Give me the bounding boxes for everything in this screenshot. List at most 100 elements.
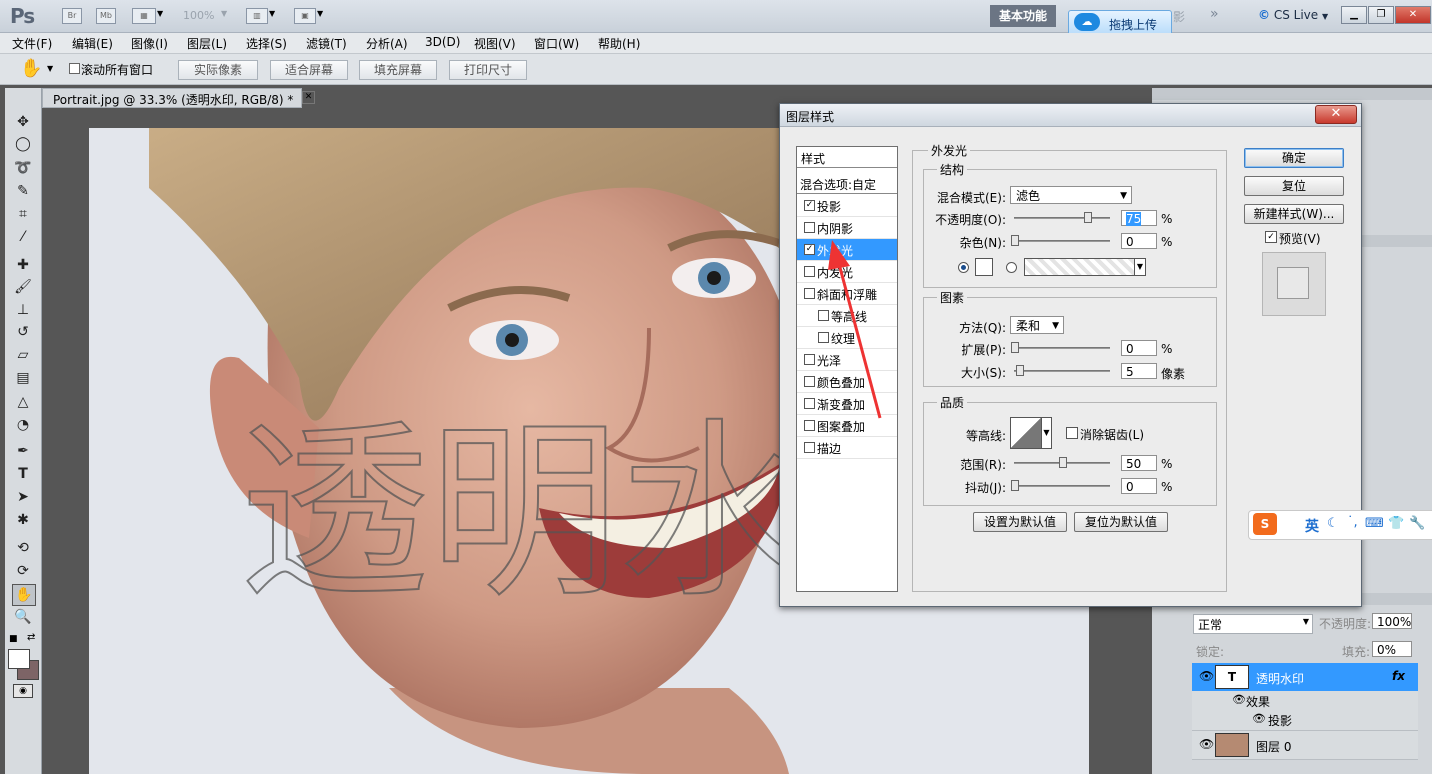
size-field[interactable]: 5: [1121, 363, 1157, 379]
style-checkbox[interactable]: ✓: [804, 200, 815, 211]
layer-effect-row[interactable]: 👁 投影: [1192, 710, 1418, 731]
skin-icon[interactable]: 👕: [1388, 516, 1404, 531]
eye-icon[interactable]: 👁: [1199, 669, 1214, 683]
scroll-all-checkbox[interactable]: [69, 63, 80, 74]
move-tool-icon[interactable]: ✥: [12, 112, 34, 132]
size-slider[interactable]: [1014, 370, 1110, 372]
layer-row-background[interactable]: 👁 图层 0: [1192, 731, 1418, 760]
size-slider-thumb[interactable]: [1016, 365, 1024, 376]
layer-name[interactable]: 透明水印: [1256, 670, 1304, 687]
spread-slider[interactable]: [1014, 347, 1110, 349]
style-checkbox[interactable]: [804, 398, 815, 409]
brush-tool-icon[interactable]: 🖌: [12, 277, 34, 297]
crop-tool-icon[interactable]: ⌗: [12, 204, 34, 224]
reset-default-button[interactable]: 复位为默认值: [1074, 512, 1168, 532]
bridge-icon[interactable]: Br: [62, 8, 82, 24]
close-document-icon[interactable]: ✕: [302, 91, 315, 104]
layer-name[interactable]: 图层 0: [1256, 738, 1291, 755]
path-select-tool-icon[interactable]: ➤: [12, 487, 34, 507]
keyboard-icon[interactable]: ⌨: [1365, 516, 1384, 531]
hand-tool-icon[interactable]: ✋: [20, 58, 42, 79]
noise-field[interactable]: 0: [1121, 233, 1157, 249]
screen-mode-icon[interactable]: ▣: [294, 8, 316, 24]
spread-slider-thumb[interactable]: [1011, 342, 1019, 353]
jitter-slider[interactable]: [1014, 485, 1110, 487]
new-style-button[interactable]: 新建样式(W)...: [1244, 204, 1344, 224]
menu-filter[interactable]: 滤镜(T): [306, 35, 347, 52]
style-checkbox[interactable]: [804, 288, 815, 299]
gradient-tool-icon[interactable]: ▤: [12, 368, 34, 388]
double-chevron-icon[interactable]: »: [1210, 6, 1219, 22]
range-field[interactable]: 50: [1121, 455, 1157, 471]
glow-color-swatch[interactable]: [975, 258, 993, 276]
close-window-button[interactable]: ✕: [1395, 6, 1431, 24]
chevron-down-icon[interactable]: ▼: [157, 9, 163, 18]
dodge-tool-icon[interactable]: ◔: [12, 415, 34, 435]
chevron-down-icon[interactable]: ▼: [269, 9, 275, 18]
style-item[interactable]: ✓ 投影: [797, 195, 897, 217]
fx-icon[interactable]: fx: [1392, 669, 1405, 683]
ime-mode[interactable]: 英: [1305, 516, 1319, 536]
layer-effects-row[interactable]: 👁 效果: [1192, 691, 1418, 711]
quick-select-tool-icon[interactable]: ✎: [12, 181, 34, 201]
preview-checkbox[interactable]: ✓: [1265, 231, 1277, 243]
blend-mode-dropdown[interactable]: 滤色 ▼: [1010, 186, 1132, 204]
noise-slider[interactable]: [1014, 240, 1110, 242]
fill-screen-button[interactable]: 填充屏幕: [359, 60, 437, 80]
view-extras-icon[interactable]: ▦: [132, 8, 156, 24]
eyedropper-tool-icon[interactable]: ⁄: [12, 227, 34, 247]
style-checkbox[interactable]: [804, 222, 815, 233]
menu-analysis[interactable]: 分析(A): [366, 35, 408, 52]
mini-bridge-icon[interactable]: Mb: [96, 8, 116, 24]
ok-button[interactable]: 确定: [1244, 148, 1344, 168]
lasso-tool-icon[interactable]: ➰: [12, 158, 34, 178]
spread-field[interactable]: 0: [1121, 340, 1157, 356]
menu-help[interactable]: 帮助(H): [598, 35, 640, 52]
opacity-slider-thumb[interactable]: [1084, 212, 1092, 223]
jitter-slider-thumb[interactable]: [1011, 480, 1019, 491]
chevron-down-icon[interactable]: ▼: [47, 64, 53, 73]
menu-window[interactable]: 窗口(W): [534, 35, 579, 52]
style-header[interactable]: 样式: [797, 147, 897, 168]
cs-live-button[interactable]: © CS Live ▼: [1258, 8, 1328, 22]
eye-icon[interactable]: 👁: [1199, 737, 1214, 751]
punctuation-icon[interactable]: ˙,: [1347, 515, 1358, 530]
opacity-slider[interactable]: [1014, 217, 1110, 219]
maximize-button[interactable]: ❐: [1368, 6, 1394, 24]
color-radio[interactable]: [958, 262, 969, 273]
eye-icon[interactable]: 👁: [1252, 712, 1266, 725]
actual-pixels-button[interactable]: 实际像素: [178, 60, 258, 80]
blur-tool-icon[interactable]: △: [12, 392, 34, 412]
style-checkbox[interactable]: [804, 354, 815, 365]
workspace-button[interactable]: 基本功能: [990, 5, 1056, 27]
antialias-checkbox[interactable]: [1066, 427, 1078, 439]
marquee-tool-icon[interactable]: ◯: [12, 134, 34, 154]
minimize-button[interactable]: ▁: [1341, 6, 1367, 24]
range-slider-thumb[interactable]: [1059, 457, 1067, 468]
blend-options-item[interactable]: 混合选项:自定: [797, 173, 897, 194]
print-size-button[interactable]: 打印尺寸: [449, 60, 527, 80]
eye-icon[interactable]: 👁: [1232, 693, 1246, 706]
moon-icon[interactable]: ☾: [1327, 516, 1339, 531]
wrench-icon[interactable]: 🔧: [1409, 516, 1425, 531]
style-checkbox[interactable]: [804, 266, 815, 277]
make-default-button[interactable]: 设置为默认值: [973, 512, 1067, 532]
eraser-tool-icon[interactable]: ▱: [12, 345, 34, 365]
chevron-down-icon[interactable]: ▼: [1041, 417, 1052, 449]
style-checkbox[interactable]: [804, 442, 815, 453]
close-icon[interactable]: ✕: [1315, 105, 1357, 124]
hand-tool-icon[interactable]: ✋: [12, 584, 36, 606]
history-brush-tool-icon[interactable]: ↺: [12, 322, 34, 342]
stamp-tool-icon[interactable]: ⊥: [12, 300, 34, 320]
quick-mask-icon[interactable]: ◉: [13, 684, 33, 698]
swap-colors-icon[interactable]: ⇄: [27, 632, 35, 643]
shape-tool-icon[interactable]: ✱: [12, 510, 34, 530]
menu-edit[interactable]: 编辑(E): [72, 35, 113, 52]
style-item[interactable]: 描边: [797, 437, 897, 459]
reset-button[interactable]: 复位: [1244, 176, 1344, 196]
3d-rotate-tool-icon[interactable]: ⟲: [12, 538, 34, 558]
blend-mode-select[interactable]: 正常 ▼: [1193, 614, 1313, 634]
default-colors-icon[interactable]: ■: [9, 634, 18, 644]
chevron-down-icon[interactable]: ▼: [1134, 258, 1146, 276]
fit-screen-button[interactable]: 适合屏幕: [270, 60, 348, 80]
